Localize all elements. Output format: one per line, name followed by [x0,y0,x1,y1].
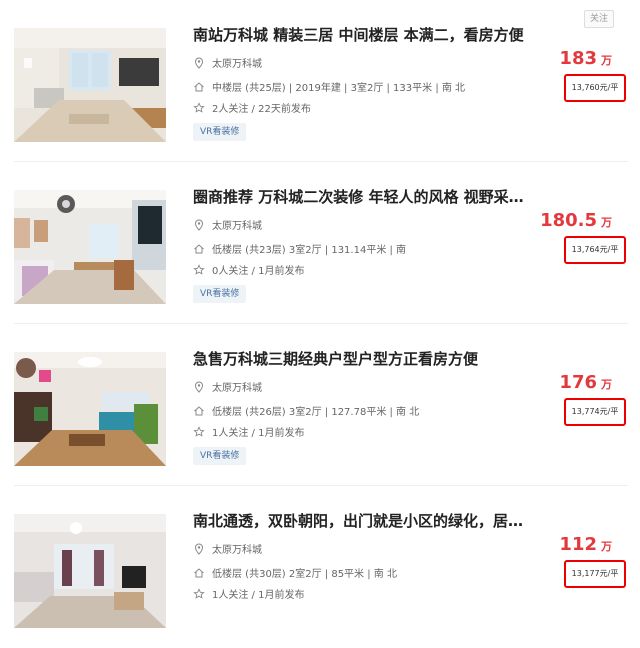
follow-info: 0人关注 / 1月前发布 [212,266,305,277]
listing-card[interactable]: 南北通透，双卧朝阳，出门就是小区的绿化，居住舒适 太原万科城 低楼层 (共30层… [0,486,640,648]
community-link[interactable]: 太原万科城 [212,55,262,70]
house-icon [193,243,205,255]
listing-title[interactable]: 急售万科城三期经典户型户型方正看房方便 [193,348,533,369]
follow-info-row: 2人关注 / 22天前发布 [193,100,311,115]
total-price-value: 176 [559,372,597,393]
listing-photo[interactable] [14,514,166,628]
total-price-unit: 万 [601,54,612,67]
listing-photo[interactable] [14,352,166,466]
total-price: 176 万 [559,372,612,393]
total-price-value: 183 [559,48,597,69]
house-info: 低楼层 (共30层) 2室2厅 | 85平米 | 南 北 [212,569,397,580]
vr-tag[interactable]: VR看装修 [193,123,247,141]
house-info: 中楼层 (共25层) | 2019年建 | 3室2厅 | 133平米 | 南 北 [212,83,466,94]
follow-info: 1人关注 / 1月前发布 [212,590,305,601]
house-info: 低楼层 (共26层) 3室2厅 | 127.78平米 | 南 北 [212,407,420,418]
listing-title[interactable]: 南北通透，双卧朝阳，出门就是小区的绿化，居住舒适 [193,510,533,531]
community-row: 太原万科城 [193,379,262,394]
total-price-unit: 万 [601,378,612,391]
living-room-photo [14,352,166,466]
star-icon [193,101,205,114]
follow-info-row: 1人关注 / 1月前发布 [193,424,304,439]
total-price-unit: 万 [601,540,612,553]
listing-card[interactable]: 南站万科城 精装三居 中间楼层 本满二，看房方便 太原万科城 中楼层 (共25层… [0,0,640,162]
living-room-photo [14,28,166,142]
total-price: 183 万 [559,48,612,69]
unit-price: 13,774元/平 [564,398,626,426]
follow-info-row: 1人关注 / 1月前发布 [193,586,304,601]
community-link[interactable]: 太原万科城 [212,541,262,556]
follow-info: 2人关注 / 22天前发布 [212,104,311,115]
vr-tag[interactable]: VR看装修 [193,285,247,303]
unit-price: 13,760元/平 [564,74,626,102]
community-link[interactable]: 太原万科城 [212,217,262,232]
house-icon [193,81,205,93]
vr-tag[interactable]: VR看装修 [193,447,247,465]
living-room-photo [14,514,166,628]
total-price: 180.5 万 [540,210,612,231]
house-info-row: 低楼层 (共23层) 3室2厅 | 131.14平米 | 南 [193,241,406,256]
community-row: 太原万科城 [193,541,262,556]
location-pin-icon [193,218,205,231]
community-link[interactable]: 太原万科城 [212,379,262,394]
house-info-row: 低楼层 (共30层) 2室2厅 | 85平米 | 南 北 [193,565,397,580]
location-pin-icon [193,542,205,555]
listing-photo[interactable] [14,190,166,304]
follow-info-row: 0人关注 / 1月前发布 [193,262,304,277]
unit-price: 13,764元/平 [564,236,626,264]
total-price-value: 180.5 [540,210,597,231]
listing-title[interactable]: 南站万科城 精装三居 中间楼层 本满二，看房方便 [193,24,533,45]
listing-list: 关注 南站万科城 精装三居 中间楼层 本满二，看房方便 太原万科城 中楼层 (共… [0,0,640,628]
listing-card[interactable]: 急售万科城三期经典户型户型方正看房方便 太原万科城 低楼层 (共26层) 3室2… [0,324,640,486]
star-icon [193,263,205,276]
house-info-row: 中楼层 (共25层) | 2019年建 | 3室2厅 | 133平米 | 南 北 [193,79,465,94]
total-price-unit: 万 [601,216,612,229]
location-pin-icon [193,380,205,393]
house-icon [193,405,205,417]
community-row: 太原万科城 [193,217,262,232]
house-info-row: 低楼层 (共26层) 3室2厅 | 127.78平米 | 南 北 [193,403,419,418]
living-room-photo [14,190,166,304]
location-pin-icon [193,56,205,69]
total-price: 112 万 [559,534,612,555]
listing-card[interactable]: 圈商推荐 万科城二次装修 年轻人的风格 视野采光好 太原万科城 低楼层 (共23… [0,162,640,324]
community-row: 太原万科城 [193,55,262,70]
house-icon [193,567,205,579]
unit-price: 13,177元/平 [564,560,626,588]
follow-info: 1人关注 / 1月前发布 [212,428,305,439]
house-info: 低楼层 (共23层) 3室2厅 | 131.14平米 | 南 [212,245,407,256]
total-price-value: 112 [559,534,597,555]
listing-title[interactable]: 圈商推荐 万科城二次装修 年轻人的风格 视野采光好 [193,186,533,207]
listing-photo[interactable] [14,28,166,142]
star-icon [193,587,205,600]
star-icon [193,425,205,438]
